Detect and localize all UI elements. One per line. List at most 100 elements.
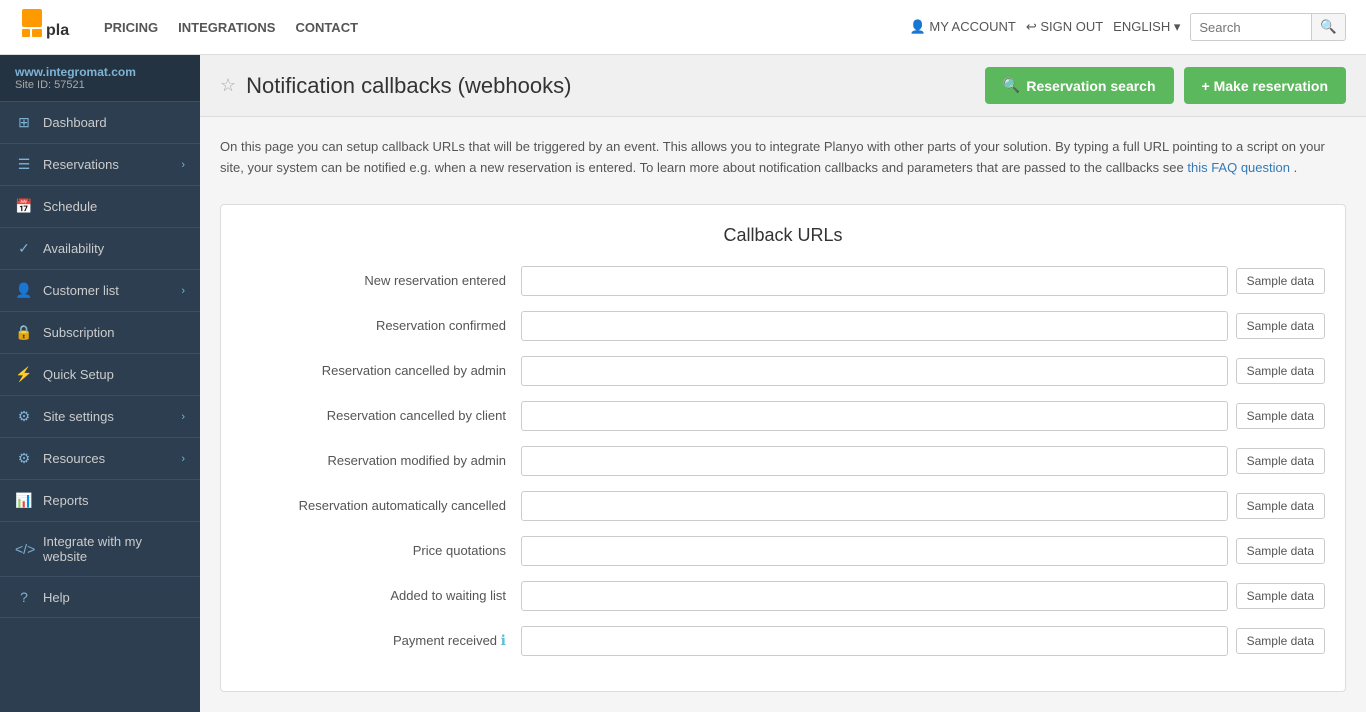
callback-section-title: Callback URLs bbox=[241, 225, 1325, 246]
search-button[interactable]: 🔍 bbox=[1311, 14, 1345, 40]
site-id: Site ID: 57521 bbox=[15, 79, 185, 91]
callback-input-payment-received[interactable] bbox=[521, 626, 1228, 656]
description-text: On this page you can setup callback URLs… bbox=[220, 137, 1346, 179]
callback-row-modified-admin: Reservation modified by admin Sample dat… bbox=[241, 446, 1325, 476]
subscription-icon: 🔒 bbox=[15, 324, 33, 341]
sidebar-item-availability[interactable]: ✓ Availability bbox=[0, 228, 200, 270]
sample-data-btn-cancelled-client[interactable]: Sample data bbox=[1236, 403, 1325, 429]
sample-data-btn-confirmed[interactable]: Sample data bbox=[1236, 313, 1325, 339]
callback-section: Callback URLs New reservation entered Sa… bbox=[220, 204, 1346, 692]
sidebar-item-quick-setup[interactable]: ⚡ Quick Setup bbox=[0, 354, 200, 396]
sidebar-label-resources: Resources bbox=[43, 451, 105, 466]
svg-text:planyo: planyo bbox=[46, 22, 70, 39]
sign-out-link[interactable]: ↩ SIGN OUT bbox=[1026, 19, 1103, 35]
callback-input-modified-admin[interactable] bbox=[521, 446, 1228, 476]
callback-input-cancelled-client[interactable] bbox=[521, 401, 1228, 431]
callback-row-waiting-list: Added to waiting list Sample data bbox=[241, 581, 1325, 611]
page-title: Notification callbacks (webhooks) bbox=[246, 73, 571, 99]
reservations-icon: ☰ bbox=[15, 156, 33, 173]
search-icon: 🔍 bbox=[1003, 77, 1020, 94]
reports-icon: 📊 bbox=[15, 492, 33, 509]
sample-data-btn-waiting-list[interactable]: Sample data bbox=[1236, 583, 1325, 609]
callback-input-cancelled-admin[interactable] bbox=[521, 356, 1228, 386]
sidebar-item-dashboard[interactable]: ⊞ Dashboard bbox=[0, 102, 200, 144]
star-icon[interactable]: ☆ bbox=[220, 75, 236, 96]
site-url: www.integromat.com bbox=[15, 65, 185, 79]
planyo-logo-icon: planyo bbox=[20, 7, 70, 47]
layout: www.integromat.com Site ID: 57521 ⊞ Dash… bbox=[0, 55, 1366, 712]
sidebar-label-reservations: Reservations bbox=[43, 157, 119, 172]
my-account-link[interactable]: 👤 MY ACCOUNT bbox=[910, 19, 1016, 35]
site-settings-icon: ⚙ bbox=[15, 408, 33, 425]
search-input[interactable] bbox=[1191, 15, 1311, 40]
logo-area: planyo bbox=[20, 7, 74, 47]
nav-contact[interactable]: CONTACT bbox=[295, 20, 358, 35]
callback-row-cancelled-admin: Reservation cancelled by admin Sample da… bbox=[241, 356, 1325, 386]
sample-data-btn-price-quotations[interactable]: Sample data bbox=[1236, 538, 1325, 564]
header-buttons: 🔍 Reservation search + Make reservation bbox=[985, 67, 1346, 104]
sidebar-item-subscription[interactable]: 🔒 Subscription bbox=[0, 312, 200, 354]
site-info: www.integromat.com Site ID: 57521 bbox=[0, 55, 200, 102]
availability-icon: ✓ bbox=[15, 240, 33, 257]
sidebar-item-integrate[interactable]: </> Integrate with my website bbox=[0, 522, 200, 577]
resources-icon: ⚙ bbox=[15, 450, 33, 467]
reservation-search-button[interactable]: 🔍 Reservation search bbox=[985, 67, 1174, 104]
sidebar-label-help: Help bbox=[43, 590, 70, 605]
sidebar-item-reports[interactable]: 📊 Reports bbox=[0, 480, 200, 522]
quick-setup-icon: ⚡ bbox=[15, 366, 33, 383]
sidebar-label-customer-list: Customer list bbox=[43, 283, 119, 298]
callback-input-waiting-list[interactable] bbox=[521, 581, 1228, 611]
callback-label-confirmed: Reservation confirmed bbox=[241, 318, 521, 333]
site-settings-chevron-icon: › bbox=[181, 411, 185, 423]
sample-data-btn-new-reservation[interactable]: Sample data bbox=[1236, 268, 1325, 294]
sidebar-label-integrate: Integrate with my website bbox=[43, 534, 185, 564]
callback-row-cancelled-client: Reservation cancelled by client Sample d… bbox=[241, 401, 1325, 431]
sidebar-label-availability: Availability bbox=[43, 241, 104, 256]
callback-input-price-quotations[interactable] bbox=[521, 536, 1228, 566]
callback-row-price-quotations: Price quotations Sample data bbox=[241, 536, 1325, 566]
search-box: 🔍 bbox=[1190, 13, 1346, 41]
sidebar-label-dashboard: Dashboard bbox=[43, 115, 107, 130]
payment-info-icon[interactable]: ℹ bbox=[501, 632, 506, 648]
sidebar-label-schedule: Schedule bbox=[43, 199, 97, 214]
faq-link[interactable]: this FAQ question bbox=[1187, 160, 1290, 175]
callback-label-auto-cancelled: Reservation automatically cancelled bbox=[241, 498, 521, 513]
sidebar-label-site-settings: Site settings bbox=[43, 409, 114, 424]
callback-row-auto-cancelled: Reservation automatically cancelled Samp… bbox=[241, 491, 1325, 521]
callback-input-auto-cancelled[interactable] bbox=[521, 491, 1228, 521]
sidebar-item-schedule[interactable]: 📅 Schedule bbox=[0, 186, 200, 228]
sidebar-item-help[interactable]: ? Help bbox=[0, 577, 200, 618]
sidebar-label-subscription: Subscription bbox=[43, 325, 115, 340]
sidebar-item-customer-list[interactable]: 👤 Customer list › bbox=[0, 270, 200, 312]
sidebar-label-reports: Reports bbox=[43, 493, 89, 508]
sample-data-btn-payment-received[interactable]: Sample data bbox=[1236, 628, 1325, 654]
callback-label-waiting-list: Added to waiting list bbox=[241, 588, 521, 603]
language-selector[interactable]: ENGLISH ▾ bbox=[1113, 19, 1180, 35]
nav-integrations[interactable]: INTEGRATIONS bbox=[178, 20, 275, 35]
sample-data-btn-cancelled-admin[interactable]: Sample data bbox=[1236, 358, 1325, 384]
callback-row-payment-received: Payment received ℹ Sample data bbox=[241, 626, 1325, 656]
dashboard-icon: ⊞ bbox=[15, 114, 33, 131]
page-header: ☆ Notification callbacks (webhooks) 🔍 Re… bbox=[200, 55, 1366, 117]
nav-pricing[interactable]: PRICING bbox=[104, 20, 158, 35]
callback-input-new-reservation[interactable] bbox=[521, 266, 1228, 296]
sample-data-btn-auto-cancelled[interactable]: Sample data bbox=[1236, 493, 1325, 519]
schedule-icon: 📅 bbox=[15, 198, 33, 215]
make-reservation-button[interactable]: + Make reservation bbox=[1184, 67, 1346, 104]
person-icon: 👤 bbox=[910, 19, 930, 34]
callback-label-cancelled-admin: Reservation cancelled by admin bbox=[241, 363, 521, 378]
callback-label-new-reservation: New reservation entered bbox=[241, 273, 521, 288]
chevron-icon: › bbox=[181, 159, 185, 171]
sidebar-item-resources[interactable]: ⚙ Resources › bbox=[0, 438, 200, 480]
customer-chevron-icon: › bbox=[181, 285, 185, 297]
callback-row-new-reservation: New reservation entered Sample data bbox=[241, 266, 1325, 296]
sidebar-item-site-settings[interactable]: ⚙ Site settings › bbox=[0, 396, 200, 438]
sidebar-item-reservations[interactable]: ☰ Reservations › bbox=[0, 144, 200, 186]
help-icon: ? bbox=[15, 589, 33, 605]
callback-label-payment-received: Payment received ℹ bbox=[241, 632, 521, 649]
customer-icon: 👤 bbox=[15, 282, 33, 299]
sample-data-btn-modified-admin[interactable]: Sample data bbox=[1236, 448, 1325, 474]
callback-input-confirmed[interactable] bbox=[521, 311, 1228, 341]
callback-label-modified-admin: Reservation modified by admin bbox=[241, 453, 521, 468]
callback-label-cancelled-client: Reservation cancelled by client bbox=[241, 408, 521, 423]
